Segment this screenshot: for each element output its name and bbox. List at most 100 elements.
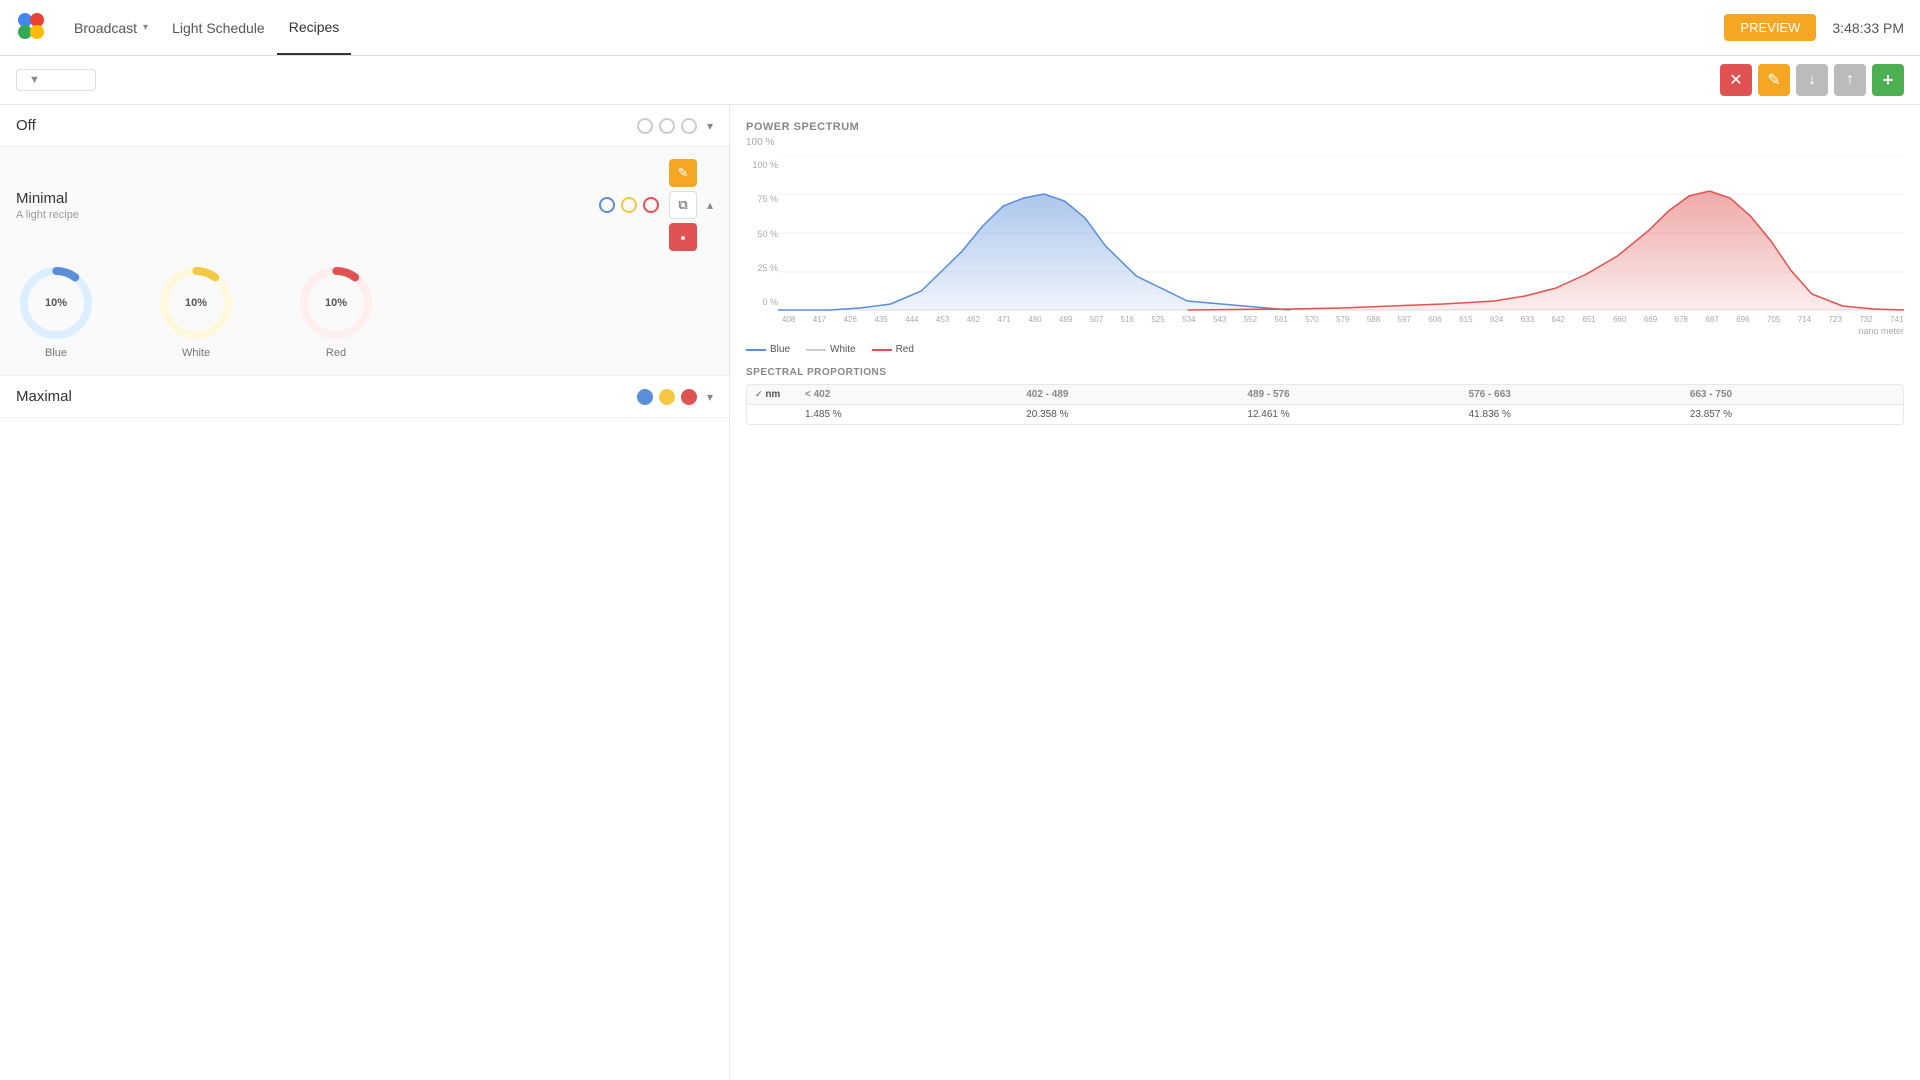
xl-669: 669 xyxy=(1644,315,1657,324)
delete-button[interactable]: ✕ xyxy=(1720,64,1752,96)
xl-507: 507 xyxy=(1090,315,1103,324)
recipe-header-off[interactable]: Off ▾ xyxy=(0,105,729,146)
spectral-table: ✓ nm < 402 402 - 489 489 - 576 576 - 663… xyxy=(746,384,1904,425)
legend-white-line xyxy=(806,349,826,351)
spectral-title: SPECTRAL PROPORTIONS xyxy=(746,367,1904,378)
recipe-item-maximal: Maximal ▾ xyxy=(0,376,729,418)
maximal-dots xyxy=(637,389,697,405)
gauge-red-container: 10% xyxy=(296,263,376,343)
spectral-val-663-750: 23.857 % xyxy=(1682,405,1903,424)
spectral-header-row: ✓ nm < 402 402 - 489 489 - 576 576 - 663… xyxy=(747,385,1903,405)
xl-615: 615 xyxy=(1459,315,1472,324)
y-label-75: 75 % xyxy=(746,194,778,204)
off-dot-3 xyxy=(681,118,697,134)
minimal-dot-red xyxy=(643,197,659,213)
spectral-val-nm xyxy=(747,405,797,424)
nano-meter-label: nano meter xyxy=(746,326,1904,336)
gauge-red: 10% Red xyxy=(296,263,376,359)
xl-741: 741 xyxy=(1890,315,1903,324)
xl-444: 444 xyxy=(905,315,918,324)
xl-588: 588 xyxy=(1367,315,1380,324)
xl-633: 633 xyxy=(1521,315,1534,324)
spectral-val-489-576: 12.461 % xyxy=(1239,405,1460,424)
xl-435: 435 xyxy=(874,315,887,324)
nav-light-schedule[interactable]: Light Schedule xyxy=(160,0,277,55)
content-area: Off ▾ Minimal A light recipe xyxy=(0,105,1920,1080)
gauge-blue-text: 10% xyxy=(45,297,67,309)
edit-button[interactable]: ✎ xyxy=(1758,64,1790,96)
xl-426: 426 xyxy=(844,315,857,324)
xl-552: 552 xyxy=(1244,315,1257,324)
minimal-dot-yellow xyxy=(621,197,637,213)
toolbar: ▼ ✕ ✎ ↓ ↑ + xyxy=(0,56,1920,105)
gauge-red-text: 10% xyxy=(325,297,347,309)
xl-471: 471 xyxy=(997,315,1010,324)
gauge-blue-label: Blue xyxy=(45,347,67,359)
spectrum-subtitle: 100 % xyxy=(746,137,1904,148)
recipe-item-minimal: Minimal A light recipe ✎ ⧉ ▪ ▴ xyxy=(0,147,729,376)
nav-broadcast[interactable]: Broadcast ▾ xyxy=(62,0,160,55)
spectral-col-lt402: < 402 xyxy=(797,385,1018,404)
spectral-val-576-663: 41.836 % xyxy=(1461,405,1682,424)
filter-select[interactable]: ▼ xyxy=(16,69,96,91)
minimal-chevron[interactable]: ▴ xyxy=(707,198,713,212)
gauge-white-container: 10% xyxy=(156,263,236,343)
x-labels-row: 408 417 426 435 444 453 462 471 480 489 … xyxy=(782,315,1904,324)
xl-624: 624 xyxy=(1490,315,1503,324)
y-label-50: 50 % xyxy=(746,229,778,239)
chart-wrapper: 100 % 75 % 50 % 25 % 0 % xyxy=(746,156,1904,311)
xl-534: 534 xyxy=(1182,315,1195,324)
spectral-nm-header: ✓ nm xyxy=(747,385,797,404)
spectral-col-576-663: 576 - 663 xyxy=(1461,385,1682,404)
add-button[interactable]: + xyxy=(1872,64,1904,96)
edit-recipe-button[interactable]: ✎ xyxy=(669,159,697,187)
upload-button[interactable]: ↑ xyxy=(1834,64,1866,96)
recipe-header-minimal[interactable]: Minimal A light recipe ✎ ⧉ ▪ ▴ xyxy=(0,147,729,255)
maximal-dot-yellow xyxy=(659,389,675,405)
spectral-col-402-489: 402 - 489 xyxy=(1018,385,1239,404)
recipe-list: Off ▾ Minimal A light recipe xyxy=(0,105,730,1080)
legend-red-line xyxy=(872,349,892,351)
maximal-chevron[interactable]: ▾ xyxy=(707,390,713,404)
xl-696: 696 xyxy=(1736,315,1749,324)
xl-561: 561 xyxy=(1275,315,1288,324)
preview-button[interactable]: PREVIEW xyxy=(1724,14,1816,41)
spectral-col-489-576: 489 - 576 xyxy=(1239,385,1460,404)
download-button[interactable]: ↓ xyxy=(1796,64,1828,96)
legend-white: White xyxy=(806,344,856,355)
xl-732: 732 xyxy=(1859,315,1872,324)
off-dot-2 xyxy=(659,118,675,134)
recipe-item-off: Off ▾ xyxy=(0,105,729,147)
xl-606: 606 xyxy=(1428,315,1441,324)
legend-blue-line xyxy=(746,349,766,351)
nav-recipes[interactable]: Recipes xyxy=(277,0,352,55)
xl-660: 660 xyxy=(1613,315,1626,324)
xl-516: 516 xyxy=(1121,315,1134,324)
minimal-side-actions: ✎ ⧉ ▪ xyxy=(669,159,697,251)
xl-453: 453 xyxy=(936,315,949,324)
header-right: PREVIEW 3:48:33 PM xyxy=(1724,14,1904,41)
copy-recipe-button[interactable]: ⧉ xyxy=(669,191,697,219)
off-dot-1 xyxy=(637,118,653,134)
gauge-blue-container: 10% xyxy=(16,263,96,343)
minimal-dots xyxy=(599,197,659,213)
xl-705: 705 xyxy=(1767,315,1780,324)
xl-714: 714 xyxy=(1798,315,1811,324)
filter-icon: ▼ xyxy=(29,74,40,86)
delete-recipe-button[interactable]: ▪ xyxy=(669,223,697,251)
minimal-dot-blue xyxy=(599,197,615,213)
maximal-dot-blue xyxy=(637,389,653,405)
broadcast-dropdown-arrow: ▾ xyxy=(143,22,148,33)
xl-489: 489 xyxy=(1059,315,1072,324)
recipe-header-maximal[interactable]: Maximal ▾ xyxy=(0,376,729,417)
app-logo xyxy=(16,11,62,44)
y-label-100: 100 % xyxy=(746,160,778,170)
spectrum-title: POWER SPECTRUM xyxy=(746,121,1904,133)
xl-480: 480 xyxy=(1028,315,1041,324)
off-chevron[interactable]: ▾ xyxy=(707,119,713,133)
main-content: ▼ ✕ ✎ ↓ ↑ + Off xyxy=(0,56,1920,1080)
xl-579: 579 xyxy=(1336,315,1349,324)
gauge-red-label: Red xyxy=(326,347,346,359)
maximal-dot-red xyxy=(681,389,697,405)
toolbar-buttons: ✕ ✎ ↓ ↑ + xyxy=(1720,64,1904,96)
